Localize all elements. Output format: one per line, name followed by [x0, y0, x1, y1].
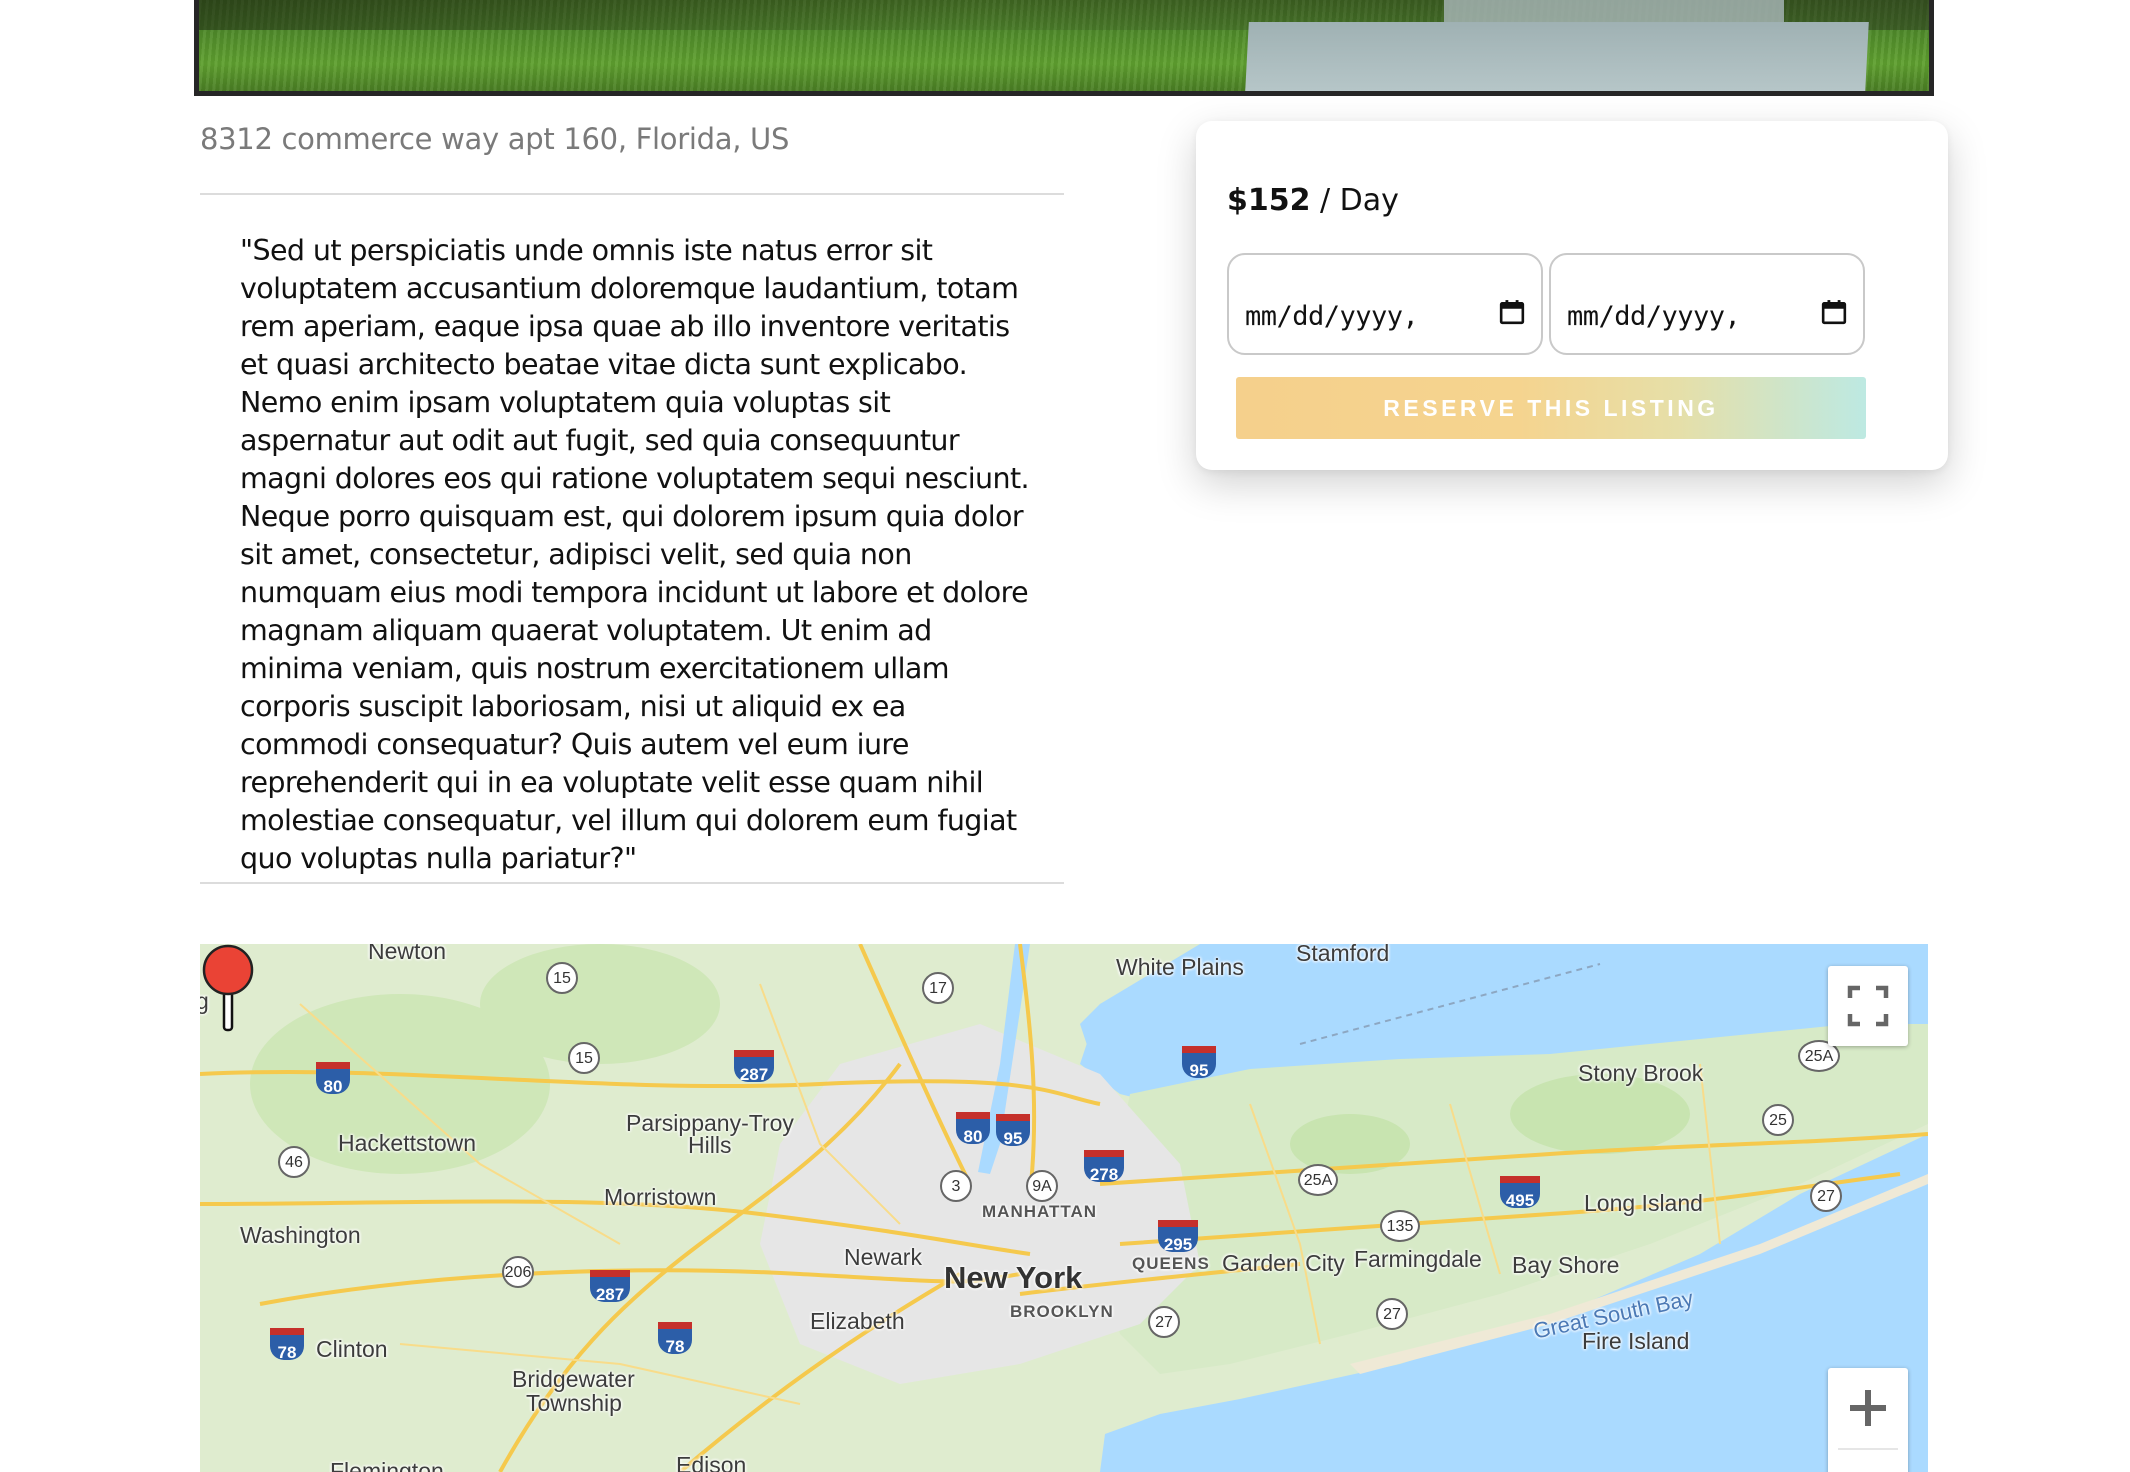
- place-stony-brook: Stony Brook: [1578, 1060, 1704, 1086]
- route-shield: 3: [940, 1170, 972, 1202]
- zoom-divider: [1838, 1448, 1898, 1450]
- interstate-shield: 78: [270, 1328, 304, 1362]
- route-shield: 25: [1762, 1104, 1794, 1136]
- divider-bottom: [200, 882, 1064, 884]
- place-long-island: Long Island: [1584, 1190, 1703, 1216]
- place-newark: Newark: [844, 1244, 922, 1270]
- end-date-placeholder: mm/dd/yyyy,: [1567, 301, 1741, 332]
- route-shield: 27: [1376, 1298, 1408, 1330]
- place-bridgewater: Bridgewater: [512, 1366, 635, 1392]
- price-per-day: $152 / Day: [1227, 183, 1399, 218]
- listing-hero-image: [194, 0, 1934, 96]
- place-stamford: Stamford: [1296, 944, 1390, 966]
- end-date-input[interactable]: mm/dd/yyyy,: [1549, 253, 1865, 355]
- place-morristown: Morristown: [604, 1184, 717, 1210]
- divider-top: [200, 193, 1064, 195]
- price-amount: $152: [1227, 183, 1311, 218]
- interstate-shield: 287: [734, 1050, 774, 1084]
- route-shield: 17: [922, 972, 954, 1004]
- interstate-shield: 78: [658, 1322, 692, 1356]
- place-newton: Newton: [368, 944, 446, 964]
- booking-card: $152 / Day mm/dd/yyyy, mm/dd/yyyy, RESER…: [1196, 121, 1948, 470]
- place-edison: Edison: [676, 1452, 747, 1472]
- route-shield: 27: [1148, 1306, 1180, 1338]
- route-shield: 206: [502, 1256, 534, 1288]
- place-hackettstown: Hackettstown: [338, 1130, 477, 1156]
- place-clinton: Clinton: [316, 1336, 388, 1362]
- route-shield: 25A: [1298, 1164, 1338, 1196]
- place-flemington: Flemington: [330, 1458, 444, 1472]
- interstate-shield: 495: [1500, 1176, 1540, 1210]
- interstate-shield: 95: [996, 1114, 1030, 1148]
- place-elizabeth: Elizabeth: [810, 1308, 905, 1334]
- zoom-in-button[interactable]: [1828, 1368, 1908, 1472]
- listing-address: 8312 commerce way apt 160, Florida, US: [200, 122, 790, 156]
- place-fire-island: Fire Island: [1582, 1328, 1690, 1354]
- fullscreen-icon: [1847, 985, 1889, 1027]
- start-date-placeholder: mm/dd/yyyy,: [1245, 301, 1419, 332]
- route-shield: 135: [1380, 1210, 1420, 1242]
- place-hills: Hills: [688, 1132, 732, 1158]
- interstate-shield: 295: [1158, 1220, 1198, 1254]
- place-farmingdale: Farmingdale: [1354, 1246, 1482, 1272]
- start-date-input[interactable]: mm/dd/yyyy,: [1227, 253, 1543, 355]
- place-township: Township: [526, 1390, 622, 1416]
- reserve-listing-button[interactable]: RESERVE THIS LISTING: [1236, 377, 1866, 439]
- place-manhattan: MANHATTAN: [982, 1202, 1098, 1221]
- place-new-york: New York: [944, 1260, 1083, 1295]
- place-brooklyn: BROOKLYN: [1010, 1302, 1114, 1321]
- interstate-shield: 95: [1182, 1046, 1216, 1080]
- fullscreen-button[interactable]: [1828, 966, 1908, 1046]
- calendar-icon[interactable]: [1499, 299, 1525, 325]
- place-bay-shore: Bay Shore: [1512, 1252, 1620, 1278]
- route-shield: 27: [1810, 1180, 1842, 1212]
- location-pin-icon[interactable]: [200, 944, 256, 1034]
- place-washington: Washington: [240, 1222, 361, 1248]
- place-garden-city: Garden City: [1222, 1250, 1345, 1276]
- place-white-plains: White Plains: [1116, 954, 1244, 980]
- interstate-shield: 278: [1084, 1150, 1124, 1184]
- interstate-shield: 80: [956, 1112, 990, 1146]
- listing-description: "Sed ut perspiciatis unde omnis iste nat…: [240, 234, 1030, 875]
- plus-icon: [1850, 1390, 1886, 1426]
- route-shield: 9A: [1026, 1170, 1058, 1202]
- route-shield: 15: [568, 1042, 600, 1074]
- walkway: [1245, 22, 1869, 91]
- walkway-far: [1444, 0, 1784, 22]
- calendar-icon[interactable]: [1821, 299, 1847, 325]
- route-shield: 15: [546, 962, 578, 994]
- price-unit: / Day: [1310, 183, 1399, 218]
- route-shield: 46: [278, 1146, 310, 1178]
- interstate-shield: 287: [590, 1270, 630, 1304]
- interstate-shield: 80: [316, 1062, 350, 1096]
- location-map[interactable]: Newton Stamford g White Plains Stony Bro…: [200, 944, 1928, 1472]
